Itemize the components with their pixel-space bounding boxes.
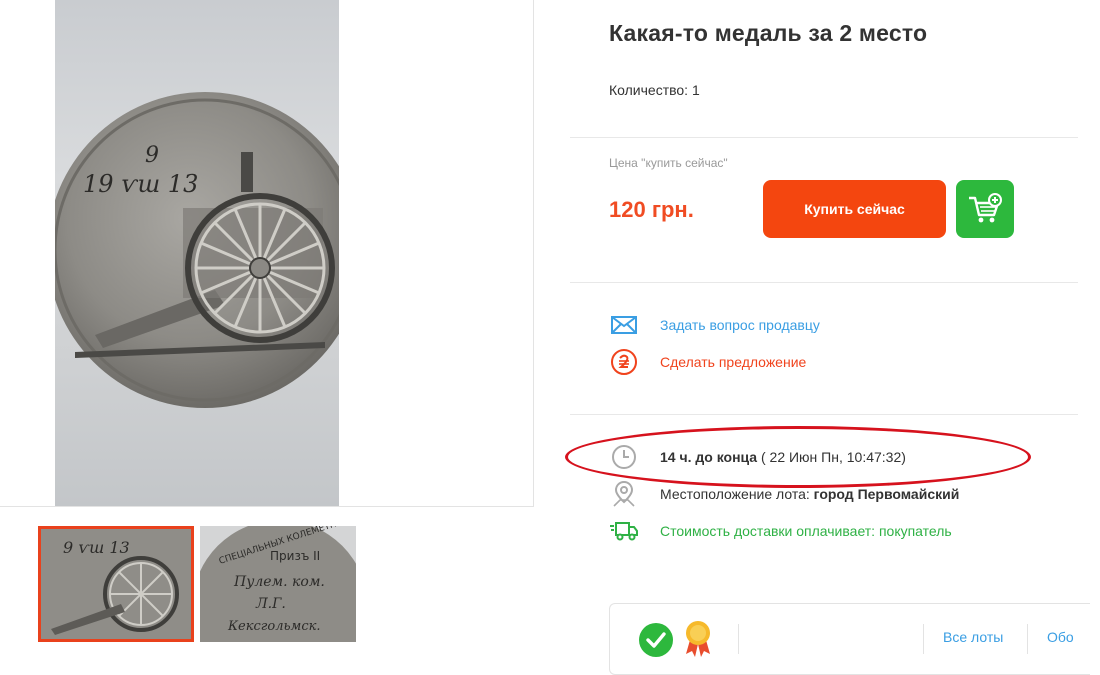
delivery-truck-icon — [610, 517, 638, 545]
location-value: город Первомайский — [813, 486, 960, 502]
quantity-label: Количество: 1 — [609, 82, 700, 98]
divider — [1027, 624, 1028, 654]
location-label: Местоположение лота: — [660, 486, 814, 502]
thumbnail-2-image: СПЕЦІАЛЬНЫХ КОЛЕМЕТНЫХ СТРЕЛ Призъ II Пу… — [200, 526, 356, 642]
clock-icon — [610, 443, 638, 471]
time-left-row: 14 ч. до конца ( 22 Июн Пн, 10:47:32) — [610, 443, 906, 471]
medal-date-line: 19 ѵш 13 — [83, 170, 198, 198]
price-value: 120 грн. — [609, 197, 694, 222]
buy-now-button[interactable]: Купить сейчас — [763, 180, 946, 238]
cart-plus-icon — [969, 193, 1002, 223]
add-to-cart-button[interactable] — [956, 180, 1014, 238]
award-medal-icon — [684, 620, 712, 663]
ask-seller-row[interactable]: Задать вопрос продавцу — [610, 311, 820, 339]
thumbnail-1-selected[interactable]: 9 ѵш 13 — [38, 526, 194, 642]
all-lots-link[interactable]: Все лоты — [943, 629, 1003, 645]
divider — [923, 624, 924, 654]
divider — [570, 137, 1078, 138]
main-photo-frame: 9 19 ѵш 13 — [0, 0, 534, 507]
seller-reviews-link[interactable]: Обо — [1047, 629, 1074, 645]
delivery-text: Стоимость доставки оплачивает: покупател… — [660, 523, 952, 539]
cannon-wheel — [185, 193, 335, 343]
divider — [570, 414, 1078, 415]
envelope-icon — [610, 311, 638, 339]
ask-seller-link[interactable]: Задать вопрос продавцу — [660, 317, 820, 333]
thumb2-line-3: Пулем. ком. — [233, 574, 325, 590]
thumbnail-2[interactable]: СПЕЦІАЛЬНЫХ КОЛЕМЕТНЫХ СТРЕЛ Призъ II Пу… — [200, 526, 356, 642]
medal-date-top: 9 — [145, 143, 159, 168]
delivery-row: Стоимость доставки оплачивает: покупател… — [610, 517, 952, 545]
thumb1-date: 9 ѵш 13 — [63, 538, 130, 557]
thumb2-line-2: Призъ II — [270, 549, 320, 563]
divider — [738, 624, 739, 654]
divider — [570, 282, 1078, 283]
auction-end-date: ( 22 Июн Пн, 10:47:32) — [757, 449, 906, 465]
make-offer-row[interactable]: Сделать предложение — [610, 348, 806, 376]
thumbnail-1-image: 9 ѵш 13 — [41, 529, 191, 639]
map-pin-icon — [610, 480, 638, 508]
thumb2-line-4: Л.Г. — [255, 596, 286, 612]
thumb2-line-5: Кексгольмск. — [227, 619, 321, 634]
seller-box: Все лоты Обо — [609, 603, 1090, 675]
price-caption: Цена "купить сейчас" — [609, 156, 728, 170]
verified-check-icon — [638, 622, 674, 663]
make-offer-link[interactable]: Сделать предложение — [660, 354, 806, 370]
hryvnia-coin-icon — [610, 348, 638, 376]
main-photo[interactable]: 9 19 ѵш 13 — [55, 0, 339, 506]
listing-title: Какая-то медаль за 2 место — [609, 20, 928, 46]
location-row: Местоположение лота: город Первомайский — [610, 480, 959, 508]
time-left-text: 14 ч. до конца — [660, 449, 758, 465]
medal-image: 9 19 ѵш 13 — [55, 92, 339, 408]
